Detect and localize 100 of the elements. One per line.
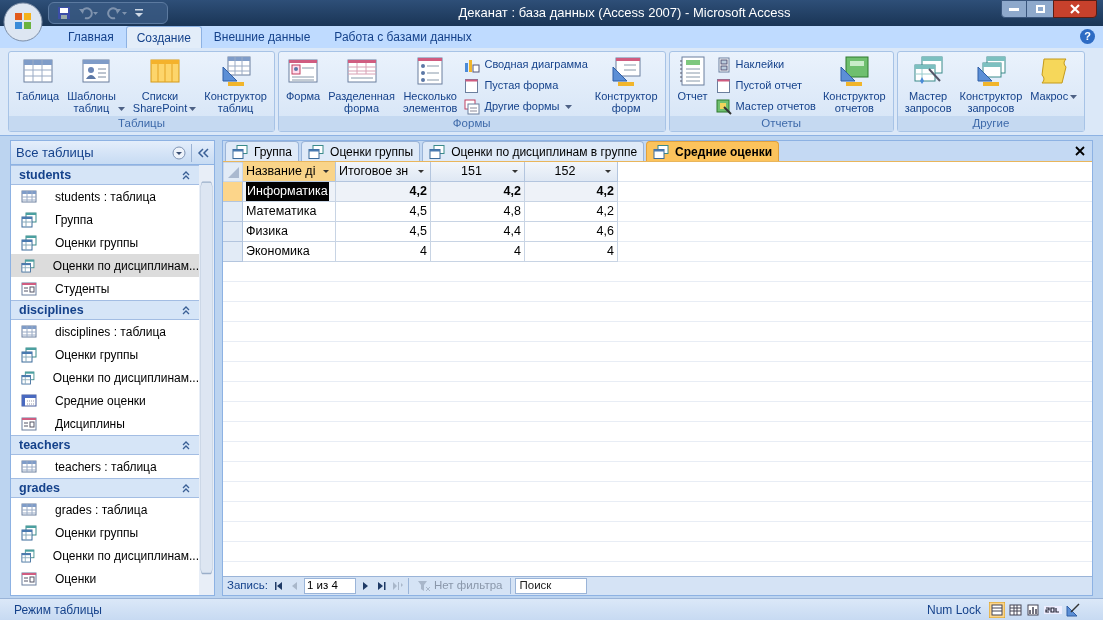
nav-group-header[interactable]: grades [11,478,199,498]
ribbon-button[interactable]: Мастер отчетов [715,97,816,116]
table-cell: 4,5 [336,202,431,222]
query-icon [21,547,35,564]
ribbon-button[interactable]: Конструктор отчетов [821,55,887,114]
ribbon-tab[interactable]: Внешние данные [201,26,323,48]
ribbon-button[interactable]: Несколько элементов [401,55,459,114]
ribbon-button[interactable]: Конструктор форм [593,55,659,114]
table-icon [21,188,37,205]
search-field[interactable]: Поиск [515,578,588,594]
nav-group-title: grades [19,479,60,497]
query-icon [232,144,248,159]
nav-item[interactable]: Оценки по дисциплинам... [11,366,199,389]
ribbon-button[interactable]: Форма [284,55,322,102]
design-view-icon[interactable] [1065,601,1081,618]
ribbon-button[interactable]: Отчет [675,55,710,102]
nav-item[interactable]: students : таблица [11,185,199,208]
redo-icon[interactable] [107,6,127,20]
nav-item[interactable]: disciplines : таблица [11,320,199,343]
close-button[interactable] [1053,0,1097,18]
ribbon-button[interactable]: Шаблоны таблиц [66,55,126,114]
nav-item[interactable]: Оценки группы [11,521,199,544]
nav-item[interactable]: Дисциплины [11,412,199,435]
ribbon-tab[interactable]: Создание [125,26,202,48]
datasheet-view-icon[interactable] [989,601,1005,618]
table-cell: 4,5 [336,222,431,242]
labels-icon [715,56,732,73]
table-cell: 4,2 [336,182,431,202]
document-tab[interactable]: Средние оценки [646,141,780,161]
crosstab-icon [21,392,37,409]
table-cell: 4,6 [525,222,618,242]
save-icon[interactable] [57,6,71,20]
group-label: Таблицы [9,116,274,131]
column-header[interactable]: Итоговое зн [336,162,431,182]
nav-item[interactable]: Оценки [11,567,199,590]
nav-item[interactable]: grades : таблица [11,498,199,521]
blank-page-icon [464,77,481,94]
scrollbar[interactable] [199,165,214,595]
column-header[interactable]: Название ді [243,162,336,182]
record-number-field[interactable]: 1 из 4 [303,578,356,594]
nav-group-header[interactable]: disciplines [11,300,199,320]
dropdown-icon [172,145,186,160]
pivot-table-icon[interactable] [1007,601,1023,618]
document-tab[interactable]: Группа [225,141,300,161]
nav-group-title: students [19,166,72,184]
close-icon [1070,4,1080,14]
column-header[interactable]: 151 [431,162,525,182]
query-icon [308,144,325,159]
ribbon-button[interactable]: Макрос [1029,55,1079,102]
form-design-icon [610,55,643,87]
pivot-chart-icon[interactable] [1025,601,1041,618]
nav-item[interactable]: teachers : таблица [11,455,199,478]
record-label: Запись: [227,578,268,594]
table-cell: Информатика [243,182,336,202]
form-icon [21,415,37,432]
table-cell: Экономика [243,242,336,262]
document-tab[interactable]: Оценки группы [301,141,421,161]
nav-item[interactable]: Группа [11,208,199,231]
last-record-icon[interactable] [375,581,388,591]
query-icon [21,257,35,274]
nav-item[interactable]: Оценки по дисциплинам... [11,254,199,277]
ribbon-button[interactable]: Сводная диаграмма [464,55,588,74]
undo-icon[interactable] [79,6,99,20]
ribbon-button[interactable]: Другие формы [464,97,588,116]
nav-item[interactable]: Студенты [11,277,199,300]
ribbon-button[interactable]: Таблица [15,55,61,102]
filter-icon [416,580,431,592]
table-icon [21,501,37,518]
nav-group-header[interactable]: teachers [11,435,199,455]
ribbon-button[interactable]: Разделенная форма [327,55,396,114]
document-tab[interactable]: Оценки по дисциплинам в группе [422,141,645,161]
nav-item[interactable]: Оценки группы [11,231,199,254]
maximize-button[interactable] [1027,0,1053,18]
close-icon[interactable] [1075,146,1085,156]
nav-item[interactable]: Оценки по дисциплинам... [11,544,199,567]
table-icon [21,458,37,475]
query-icon [21,234,37,251]
ribbon-button[interactable]: Конструктор запросов [958,55,1024,114]
ribbon-button[interactable]: Пустая форма [464,76,588,95]
ribbon-button[interactable]: Пустой отчет [715,76,816,95]
ribbon-tab[interactable]: Главная [56,26,126,48]
table-cell: 4 [431,242,525,262]
column-header[interactable]: 152 [525,162,618,182]
query-icon [21,346,37,363]
customize-icon[interactable] [135,8,143,18]
ribbon-button[interactable]: Конструктор таблиц [203,55,268,114]
ribbon-button[interactable]: Списки SharePoint [131,55,198,114]
query-icon [653,144,670,159]
ribbon-button[interactable]: Наклейки [715,55,816,74]
wizard-icon [715,98,732,115]
minimize-button[interactable] [1001,0,1027,18]
nav-item[interactable]: Средние оценки [11,389,199,412]
query-icon [21,369,35,386]
nav-group-header[interactable]: students [11,165,199,185]
ribbon-button[interactable]: Мастер запросов [903,55,953,114]
ribbon-tab[interactable]: Работа с базами данных [322,26,484,48]
forms-icon [464,98,481,115]
form-icon [21,280,37,297]
help-button[interactable]: ? [1080,29,1095,44]
nav-item[interactable]: Оценки группы [11,343,199,366]
